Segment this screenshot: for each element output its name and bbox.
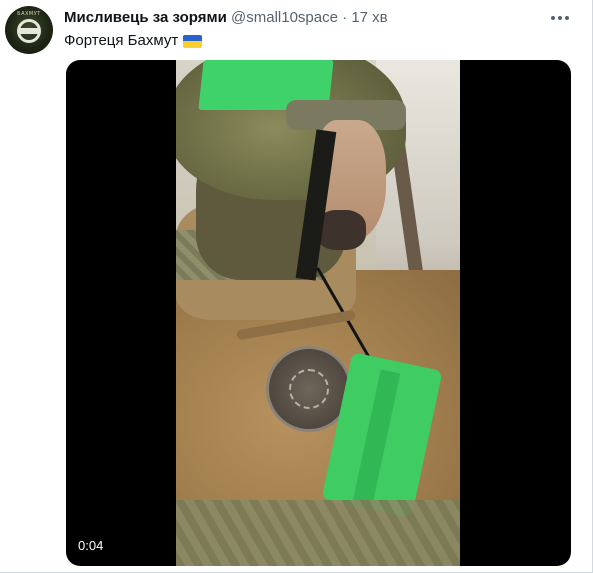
more-dot-icon bbox=[551, 16, 555, 20]
more-dot-icon bbox=[565, 16, 569, 20]
avatar-emblem-text: БАХМУТ bbox=[17, 11, 41, 17]
ukraine-flag-icon bbox=[183, 34, 203, 48]
tweet-header: Мисливець за зорями @small10space · 17 х… bbox=[64, 8, 552, 28]
tweet-card[interactable]: БАХМУТ Мисливець за зорями @small10space… bbox=[0, 0, 593, 573]
video-player[interactable]: 0:04 bbox=[66, 60, 571, 566]
user-handle[interactable]: @small10space bbox=[231, 9, 338, 26]
avatar-bar bbox=[19, 28, 39, 34]
tweet-text-content: Фортеця Бахмут bbox=[64, 32, 179, 49]
video-frame[interactable] bbox=[176, 60, 460, 566]
tweet-text: Фортеця Бахмут bbox=[64, 31, 203, 51]
tweet-time[interactable]: 17 хв bbox=[351, 9, 387, 26]
avatar[interactable]: БАХМУТ bbox=[5, 6, 53, 54]
separator-dot: · bbox=[342, 9, 348, 26]
video-timestamp: 0:04 bbox=[78, 538, 104, 553]
more-options-button[interactable] bbox=[548, 9, 572, 27]
display-name[interactable]: Мисливець за зорями bbox=[64, 9, 227, 26]
more-dot-icon bbox=[558, 16, 562, 20]
